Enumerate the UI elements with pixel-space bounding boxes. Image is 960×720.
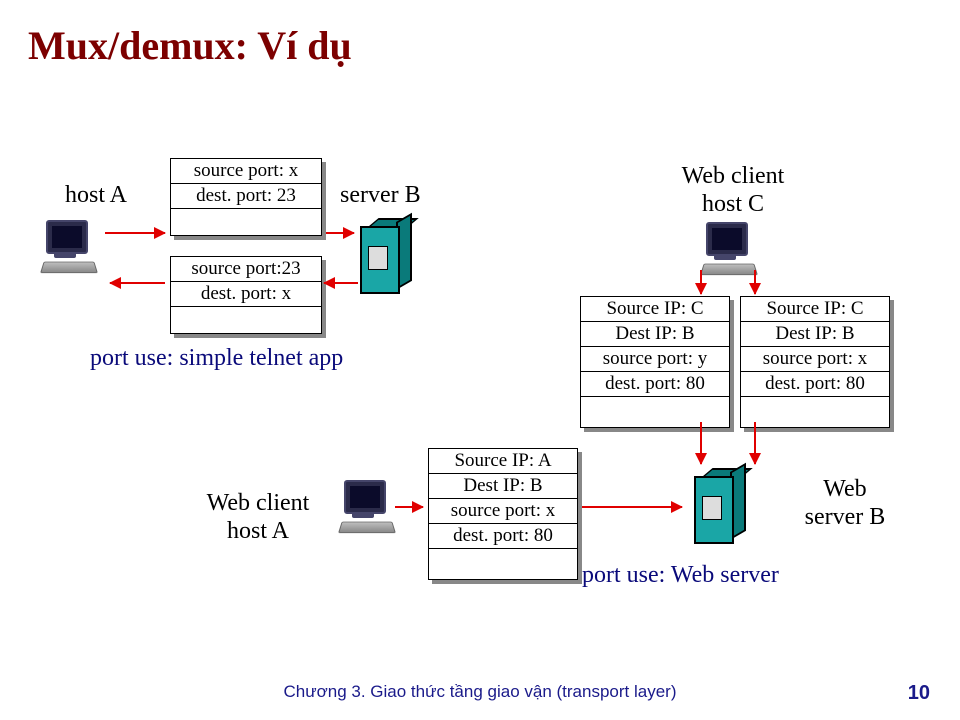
packet-row: dest. port: x [171,282,321,307]
slide-title: Mux/demux: Ví dụ [28,22,352,69]
arrow-right-icon [326,232,354,234]
label-web-client-a-1: Web client [188,490,328,517]
label-web-server-b-1: Web [790,476,900,503]
label-web-client-a-2: host A [188,518,328,545]
arrow-down-icon [700,270,702,294]
packet-row: dest. port: 80 [581,372,729,397]
packet-row: dest. port: 80 [429,524,577,549]
arrow-right-icon [395,506,423,508]
packet-row: Dest IP: B [741,322,889,347]
packet-row: dest. port: 23 [171,184,321,209]
packet-5: Source IP: A Dest IP: B source port: x d… [428,448,578,580]
packet-1: source port: x dest. port: 23 [170,158,322,236]
packet-row: Source IP: A [429,449,577,474]
web-server-b-icon [694,468,744,544]
host-a-icon [40,220,96,272]
caption-telnet: port use: simple telnet app [90,345,343,372]
page-number: 10 [908,682,930,705]
arrow-down-icon [754,270,756,294]
host-a2-icon [338,480,394,532]
host-c-icon [700,222,756,274]
server-b-icon [360,218,410,294]
label-server-b: server B [340,182,421,209]
packet-row: source port:23 [171,257,321,282]
caption-web: port use: Web server [582,562,779,589]
packet-3: Source IP: C Dest IP: B source port: y d… [580,296,730,428]
packet-row: Dest IP: B [581,322,729,347]
arrow-right-icon [105,232,165,234]
arrow-left-icon [324,282,358,284]
packet-4: Source IP: C Dest IP: B source port: x d… [740,296,890,428]
packet-row: dest. port: 80 [741,372,889,397]
footer-text: Chương 3. Giao thức tầng giao vận (trans… [0,682,960,702]
label-web-client-c-2: host C [658,191,808,218]
packet-row: source port: x [741,347,889,372]
label-host-a: host A [65,182,127,209]
packet-row: source port: x [171,159,321,184]
label-web-server-b-2: server B [790,504,900,531]
packet-row: source port: y [581,347,729,372]
arrow-right-icon [582,506,682,508]
packet-row: Dest IP: B [429,474,577,499]
arrow-down-icon [700,422,702,464]
packet-row: Source IP: C [581,297,729,322]
label-web-client-c-1: Web client [658,163,808,190]
packet-row: Source IP: C [741,297,889,322]
packet-2: source port:23 dest. port: x [170,256,322,334]
arrow-down-icon [754,422,756,464]
packet-row: source port: x [429,499,577,524]
arrow-left-icon [110,282,165,284]
